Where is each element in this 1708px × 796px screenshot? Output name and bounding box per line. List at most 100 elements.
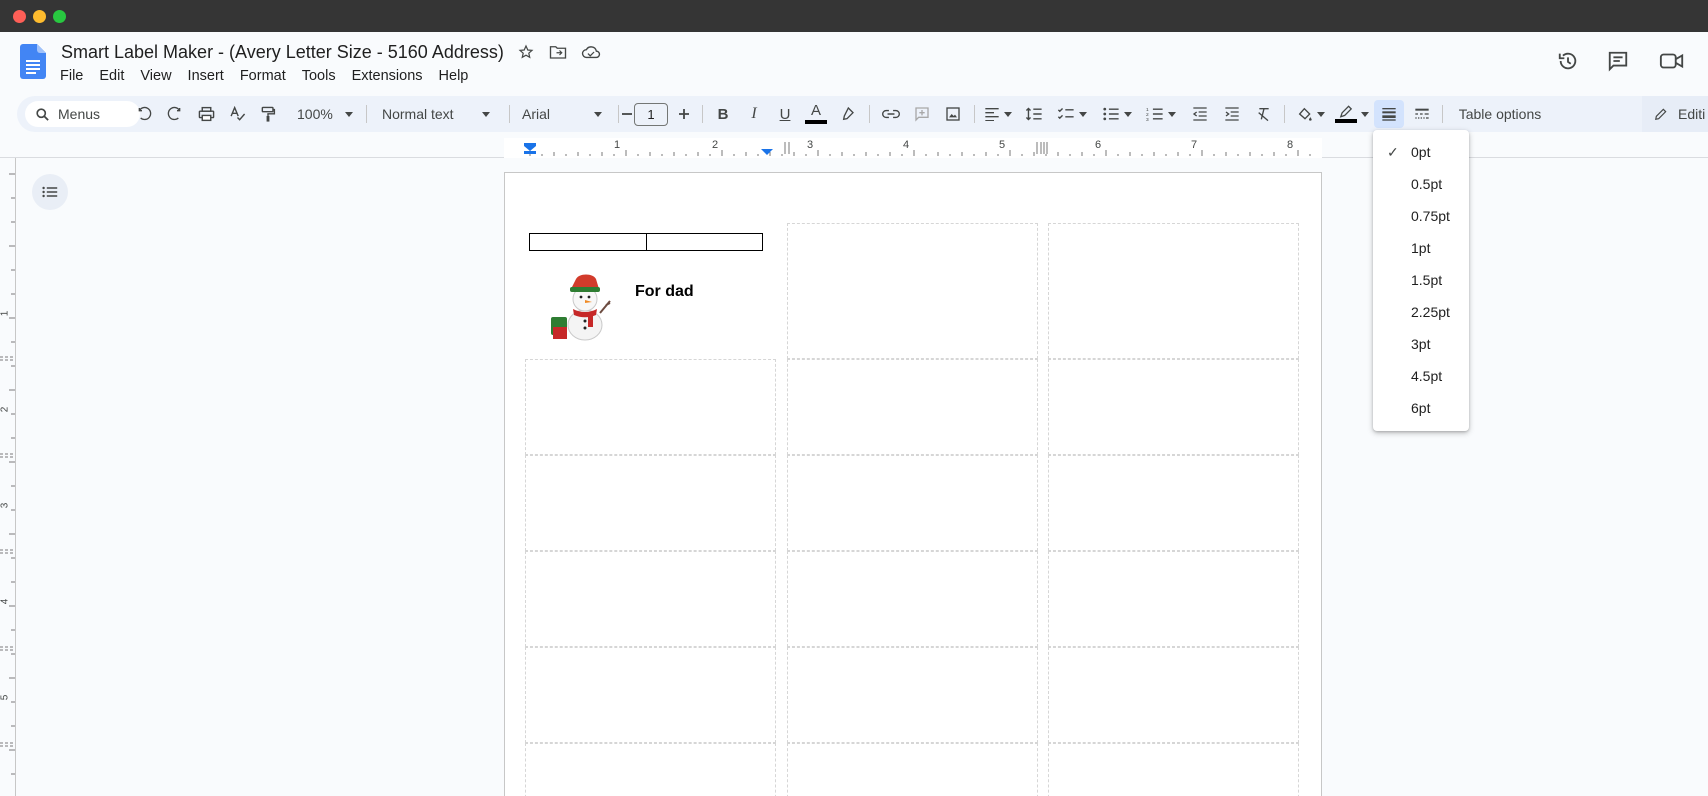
label-cell[interactable]	[1048, 647, 1299, 743]
label-cell[interactable]	[787, 359, 1038, 455]
document-title[interactable]: Smart Label Maker - (Avery Letter Size -…	[61, 42, 504, 63]
minimize-window-button[interactable]	[33, 10, 46, 23]
menu-extensions[interactable]: Extensions	[344, 66, 431, 86]
border-width-option[interactable]: 4.5pt	[1373, 360, 1469, 392]
document-outline-button[interactable]	[32, 174, 68, 210]
border-color-icon[interactable]	[1333, 96, 1371, 132]
undo-icon[interactable]	[130, 96, 158, 132]
text-color-icon[interactable]: A	[802, 96, 830, 132]
label-cell[interactable]	[525, 551, 776, 647]
menu-edit[interactable]: Edit	[91, 66, 132, 86]
insert-comment-icon[interactable]	[908, 96, 936, 132]
label-cell[interactable]	[787, 647, 1038, 743]
svg-text:3: 3	[1146, 117, 1149, 122]
svg-text:2: 2	[1146, 112, 1149, 118]
label-cell[interactable]	[1048, 223, 1299, 359]
spellcheck-icon[interactable]	[223, 96, 251, 132]
cell-fill-color-icon[interactable]	[1292, 96, 1330, 132]
vertical-ruler[interactable]: 1 2 3 4 5	[0, 158, 16, 796]
zoom-select[interactable]: 100%	[289, 96, 369, 132]
menu-help[interactable]: Help	[431, 66, 477, 86]
label-cell[interactable]	[787, 223, 1038, 359]
bold-icon[interactable]: B	[710, 96, 736, 132]
menu-file[interactable]: File	[52, 66, 91, 86]
border-width-option[interactable]: 2.25pt	[1373, 296, 1469, 328]
meet-video-icon[interactable]	[1656, 45, 1688, 77]
increase-indent-icon[interactable]	[1218, 96, 1246, 132]
editing-mode-label: Editi	[1678, 106, 1706, 122]
paragraph-style-select[interactable]: Normal text	[374, 96, 504, 132]
outline-list-icon	[42, 186, 58, 198]
ruler-label-3: 3	[807, 139, 814, 151]
label-cell[interactable]	[1048, 551, 1299, 647]
move-folder-icon[interactable]	[547, 41, 569, 63]
increase-font-size-icon[interactable]	[673, 96, 695, 132]
search-icon	[36, 107, 49, 121]
menubar: File Edit View Insert Format Tools Exten…	[52, 66, 476, 86]
editing-mode-button[interactable]: Editi	[1642, 96, 1708, 132]
bulleted-list-icon[interactable]	[1097, 96, 1137, 132]
underline-icon[interactable]: U	[772, 96, 798, 132]
ruler-label-7: 7	[1191, 139, 1198, 151]
border-width-option[interactable]: ✓ 0pt	[1373, 136, 1469, 168]
ruler-label-6: 6	[1095, 139, 1102, 151]
docs-logo-icon[interactable]	[20, 44, 46, 79]
label-cell[interactable]	[525, 359, 776, 455]
comments-icon[interactable]	[1602, 45, 1634, 77]
clear-formatting-icon[interactable]	[1250, 96, 1278, 132]
menu-insert[interactable]: Insert	[180, 66, 232, 86]
insert-image-icon[interactable]	[939, 96, 967, 132]
label-cell[interactable]	[1048, 359, 1299, 455]
border-width-option[interactable]: 6pt	[1373, 392, 1469, 424]
highlight-color-icon[interactable]	[833, 96, 861, 132]
menu-format[interactable]: Format	[232, 66, 294, 86]
version-history-icon[interactable]	[1552, 45, 1584, 77]
label-cell[interactable]	[787, 743, 1038, 796]
checklist-icon[interactable]	[1052, 96, 1092, 132]
close-window-button[interactable]	[13, 10, 26, 23]
label-cell[interactable]	[525, 743, 776, 796]
border-width-icon[interactable]	[1374, 100, 1404, 128]
border-width-option[interactable]: 0.5pt	[1373, 168, 1469, 200]
star-icon[interactable]	[515, 41, 537, 63]
menu-tools[interactable]: Tools	[294, 66, 344, 86]
paragraph-style-value: Normal text	[382, 106, 454, 122]
border-width-option[interactable]: 0.75pt	[1373, 200, 1469, 232]
border-width-option[interactable]: 1.5pt	[1373, 264, 1469, 296]
insert-link-icon[interactable]	[877, 96, 905, 132]
border-dash-icon[interactable]	[1407, 96, 1437, 132]
font-family-select[interactable]: Arial	[514, 96, 614, 132]
search-menus-input[interactable]: Menus	[25, 101, 140, 127]
border-width-menu: ✓ 0pt 0.5pt 0.75pt 1pt 1.5pt 2.25pt 3pt 4…	[1373, 130, 1469, 431]
checkmark-icon: ✓	[1387, 144, 1399, 160]
label-cell[interactable]	[787, 551, 1038, 647]
label-cell[interactable]	[1048, 743, 1299, 796]
ruler-label-4: 4	[903, 139, 910, 151]
label-cell[interactable]	[525, 647, 776, 743]
numbered-list-icon[interactable]: 123	[1141, 96, 1181, 132]
label-cell[interactable]	[525, 455, 776, 551]
line-spacing-icon[interactable]	[1020, 96, 1048, 132]
italic-icon[interactable]: I	[741, 96, 767, 132]
label-text[interactable]: For dad	[635, 283, 694, 301]
app-header: Smart Label Maker - (Avery Letter Size -…	[0, 32, 1708, 92]
document-page[interactable]: For dad	[504, 172, 1322, 796]
menu-view[interactable]: View	[132, 66, 179, 86]
label-cell[interactable]	[787, 455, 1038, 551]
label-cell[interactable]	[1048, 455, 1299, 551]
cloud-saved-icon[interactable]	[580, 41, 602, 63]
redo-icon[interactable]	[161, 96, 189, 132]
border-width-option[interactable]: 3pt	[1373, 328, 1469, 360]
paint-format-icon[interactable]	[254, 96, 282, 132]
print-icon[interactable]	[192, 96, 220, 132]
decrease-indent-icon[interactable]	[1186, 96, 1214, 132]
font-size-input[interactable]: 1	[634, 103, 668, 126]
align-icon[interactable]	[980, 96, 1016, 132]
border-width-option[interactable]: 1pt	[1373, 232, 1469, 264]
window-titlebar	[0, 0, 1708, 32]
zoom-window-button[interactable]	[53, 10, 66, 23]
search-menus-label: Menus	[58, 106, 101, 122]
inner-table[interactable]	[529, 233, 763, 251]
snowman-image[interactable]	[545, 269, 615, 343]
table-options-button[interactable]: Table options	[1450, 96, 1550, 132]
